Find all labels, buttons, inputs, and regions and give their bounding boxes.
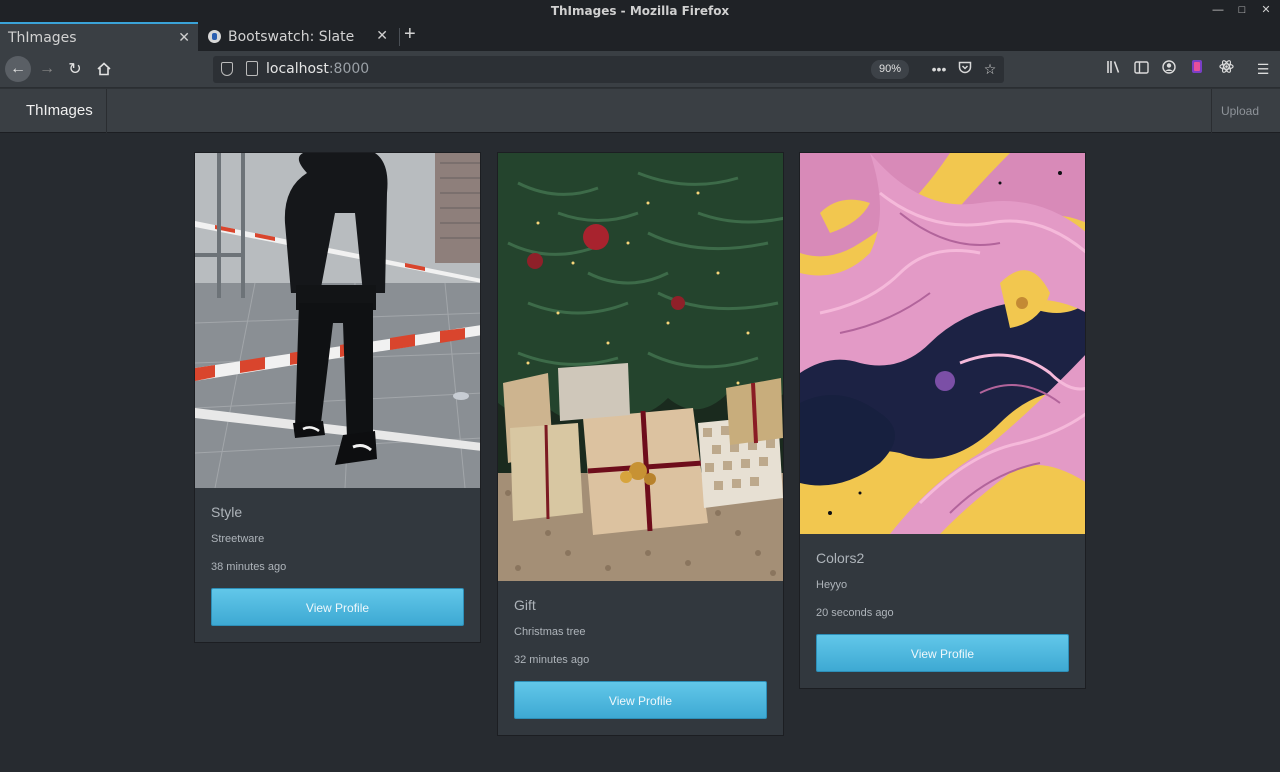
card-title: Colors2 (816, 550, 865, 566)
reload-icon[interactable]: ↻ (63, 57, 87, 81)
card-timestamp: 20 seconds ago (816, 607, 894, 619)
tab-thimages[interactable]: ThImages ✕ (0, 22, 198, 51)
brand-link[interactable]: ThImages (0, 89, 107, 133)
close-tab-icon[interactable]: ✕ (178, 30, 190, 46)
account-icon[interactable] (1159, 59, 1179, 79)
minimize-icon[interactable]: — (1212, 3, 1224, 17)
image-card: Colors2 Heyyo 20 seconds ago View Profil… (799, 152, 1086, 689)
card-timestamp: 38 minutes ago (211, 561, 287, 573)
back-arrow-icon[interactable]: ← (5, 56, 31, 82)
streetwear-photo (195, 153, 480, 488)
upload-link[interactable]: Upload (1210, 89, 1268, 133)
page-info-icon[interactable] (246, 61, 258, 76)
card-image[interactable] (800, 153, 1085, 534)
card-body: Style Streetware 38 minutes ago View Pro… (195, 488, 480, 642)
card-title: Style (211, 504, 243, 520)
card-image[interactable] (195, 153, 480, 488)
image-card: Style Streetware 38 minutes ago View Pro… (194, 152, 481, 643)
window-title-bar: ThImages - Mozilla Firefox — □ ✕ (0, 0, 1280, 22)
christmas-tree-photo (498, 153, 783, 581)
window-title: ThImages - Mozilla Firefox (550, 4, 730, 18)
view-profile-button[interactable]: View Profile (816, 634, 1069, 672)
card-image[interactable] (498, 153, 783, 581)
window-controls: — □ ✕ (1212, 3, 1272, 17)
tab-strip: ThImages ✕ Bootswatch: Slate ✕ (0, 22, 1280, 51)
library-icon[interactable] (1104, 59, 1124, 79)
card-body: Gift Christmas tree 32 minutes ago View … (498, 581, 783, 735)
pink-yellow-marble-photo (800, 153, 1085, 534)
view-profile-button[interactable]: View Profile (211, 588, 464, 626)
tracking-shield-icon[interactable] (221, 62, 233, 76)
card-description: Heyyo (816, 579, 848, 591)
view-profile-button[interactable]: View Profile (514, 681, 767, 719)
extension-colorful-icon[interactable] (1187, 59, 1207, 79)
browser-toolbar: ← → ↻ localhost:8000 90% ••• ☆ ☰ (0, 51, 1280, 88)
maximize-icon[interactable]: □ (1236, 3, 1248, 17)
hamburger-menu-icon[interactable]: ☰ (1253, 59, 1273, 79)
bootswatch-favicon-icon (208, 30, 221, 43)
card-description: Streetware (211, 533, 265, 545)
bookmark-star-icon[interactable]: ☆ (980, 59, 1000, 79)
zoom-level-badge[interactable]: 90% (871, 60, 910, 79)
card-timestamp: 32 minutes ago (514, 654, 590, 666)
card-title: Gift (514, 597, 536, 613)
tab-divider (399, 28, 400, 46)
forward-arrow-icon[interactable]: → (35, 57, 59, 81)
tab-label: ThImages (8, 29, 77, 46)
tab-label: Bootswatch: Slate (228, 28, 355, 45)
image-card: Gift Christmas tree 32 minutes ago View … (497, 152, 784, 736)
card-body: Colors2 Heyyo 20 seconds ago View Profil… (800, 534, 1085, 688)
close-tab-icon[interactable]: ✕ (376, 28, 388, 44)
url-text[interactable]: localhost:8000 (266, 61, 369, 77)
react-devtools-icon[interactable] (1216, 59, 1236, 79)
url-bar[interactable]: localhost:8000 90% ••• ☆ (213, 56, 1004, 83)
sidebar-icon[interactable] (1131, 59, 1151, 79)
page-actions-ellipsis-icon[interactable]: ••• (929, 59, 949, 79)
close-window-icon[interactable]: ✕ (1260, 3, 1272, 17)
tab-bootswatch[interactable]: Bootswatch: Slate ✕ (200, 22, 396, 51)
new-tab-plus-icon[interactable]: + (404, 24, 416, 44)
card-description: Christmas tree (514, 626, 586, 638)
home-icon[interactable] (92, 57, 116, 81)
pocket-icon[interactable] (955, 59, 975, 79)
app-navbar: ThImages Upload (0, 88, 1280, 133)
